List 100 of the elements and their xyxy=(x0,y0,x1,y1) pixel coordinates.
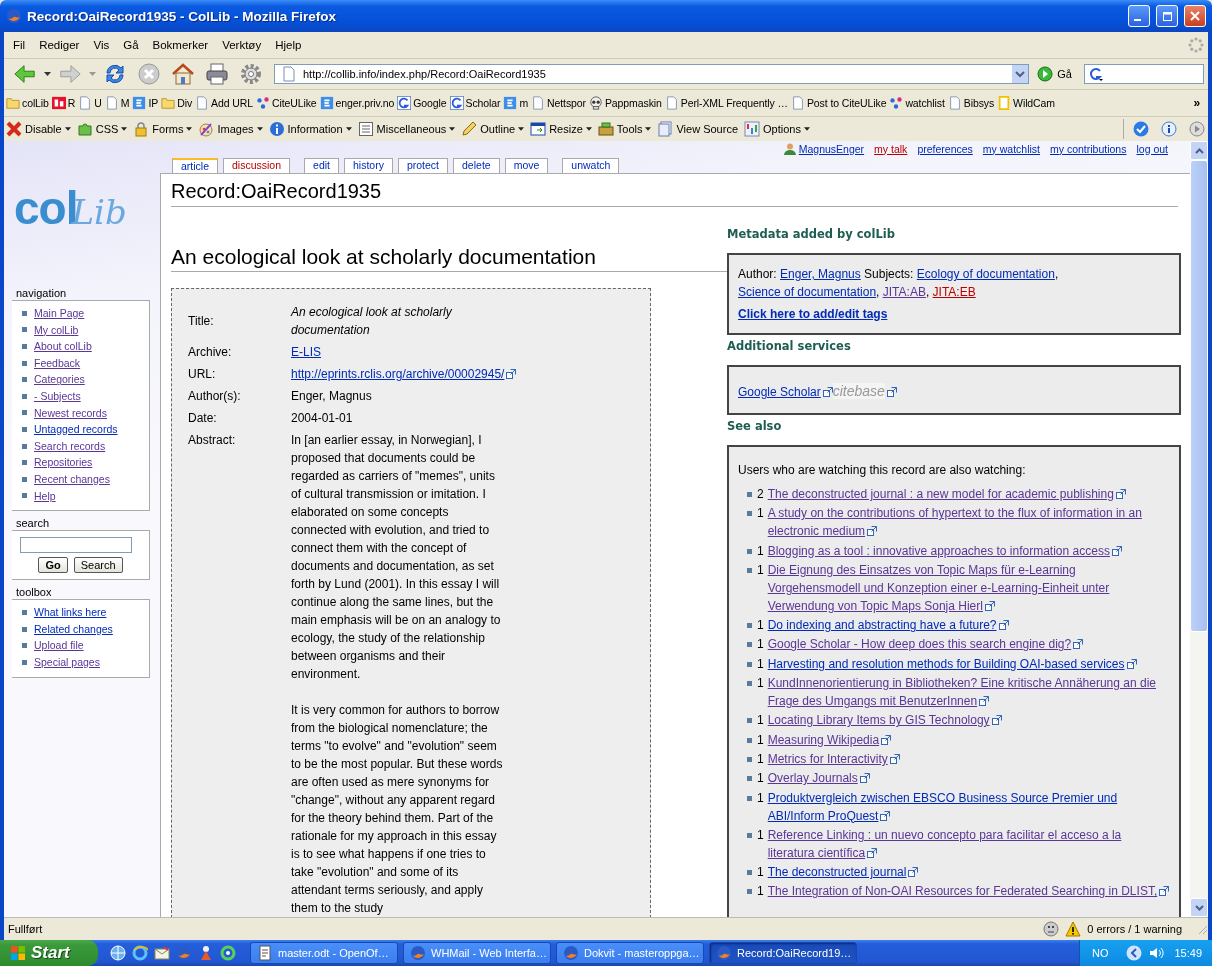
search-field[interactable] xyxy=(1084,64,1204,84)
user-link[interactable]: my talk xyxy=(874,142,908,155)
bookmark-label[interactable]: m xyxy=(519,97,529,109)
toolbar-menu[interactable]: Options xyxy=(763,123,801,135)
bookmark-label[interactable]: U xyxy=(94,97,102,109)
bookmark[interactable]: M xyxy=(104,96,130,110)
caret-icon[interactable] xyxy=(345,127,352,131)
page-tab[interactable]: protect xyxy=(397,158,449,173)
subject-link[interactable]: JITA:AB xyxy=(882,285,926,299)
record-link[interactable]: The Integration of Non-OAI Resources for Federated Searching in DLIST, xyxy=(767,882,1171,901)
bookmark[interactable]: WildCam xyxy=(997,96,1055,110)
bookmark-label[interactable]: Scholar xyxy=(465,97,501,109)
caret-icon[interactable] xyxy=(64,127,71,131)
edit-tags-link[interactable]: Click here to add/edit tags xyxy=(738,307,888,321)
page-tab[interactable]: move xyxy=(504,158,549,173)
page-tab[interactable]: discussion xyxy=(223,158,291,173)
toolbar-menu[interactable]: View Source xyxy=(676,123,739,135)
record-link[interactable]: Metrics for Interactivity xyxy=(767,749,1171,768)
play-icon[interactable] xyxy=(1189,121,1205,137)
record-link[interactable]: KundInnenorientierung in Bibliotheken? Eine kritische Annäherung an die Frage des Umgangs mit BenutzerInnen xyxy=(767,674,1171,711)
info-icon[interactable] xyxy=(1161,121,1177,137)
caret-icon[interactable] xyxy=(803,127,810,131)
menu-item[interactable]: Rediger xyxy=(32,39,87,51)
bookmark[interactable]: colLib xyxy=(6,96,49,110)
record-link[interactable]: Overlay Journals xyxy=(767,769,1171,788)
nav-link[interactable]: Repositories xyxy=(34,454,93,471)
bookmark-label[interactable]: Add URL xyxy=(211,97,253,109)
nav-link[interactable]: Categories xyxy=(34,371,85,388)
browser-icon[interactable] xyxy=(132,945,148,961)
search-input[interactable] xyxy=(20,537,132,554)
bookmark-label[interactable]: M xyxy=(120,97,130,109)
reload-icon[interactable] xyxy=(103,62,127,86)
chevron-icon[interactable] xyxy=(1126,945,1143,961)
nav-link[interactable]: Main Page xyxy=(34,305,85,322)
bookmark[interactable]: Google xyxy=(397,96,447,110)
go-button[interactable]: Go xyxy=(38,557,68,574)
toolbox-link[interactable]: Related changes xyxy=(34,620,113,638)
globe-icon[interactable] xyxy=(110,945,126,961)
back-arrow-icon[interactable] xyxy=(13,62,37,86)
bookmark-label[interactable]: Div xyxy=(177,97,193,109)
user-link[interactable]: my watchlist xyxy=(982,142,1040,155)
nav-link[interactable]: Recent changes xyxy=(34,470,110,488)
nav-link[interactable]: About colLib xyxy=(34,338,92,355)
printer-icon[interactable] xyxy=(205,62,229,86)
error-report[interactable]: 0 errors / 1 warning xyxy=(1087,923,1182,935)
nav-link[interactable]: Search records xyxy=(34,437,106,455)
toolbar-menu[interactable]: Miscellaneous xyxy=(376,123,447,135)
go-button[interactable]: Gå xyxy=(1057,68,1072,80)
page-tab[interactable]: delete xyxy=(453,158,500,173)
caret-icon[interactable] xyxy=(256,127,263,131)
gear-icon[interactable] xyxy=(239,62,263,86)
bookmark-label[interactable]: Pappmaskin xyxy=(604,97,662,109)
bookmark[interactable]: Nettspor xyxy=(531,96,586,110)
start-button[interactable]: Start xyxy=(0,940,98,966)
author-link[interactable]: Enger, Magnus xyxy=(780,267,861,281)
bookmark[interactable]: R xyxy=(51,96,76,110)
caret-icon[interactable] xyxy=(449,127,456,131)
page-tab[interactable]: unwatch xyxy=(562,158,620,173)
toolbar-menu[interactable]: Forms xyxy=(152,123,184,135)
bookmark[interactable]: enger.priv.no xyxy=(319,96,395,110)
nav-link[interactable]: Help xyxy=(34,487,56,505)
bookmark-label[interactable]: CiteULike xyxy=(272,97,317,109)
checkmark-icon[interactable] xyxy=(1133,121,1149,137)
record-link[interactable]: A study on the contributions of hypertext to the flux of information in an electronic medium xyxy=(767,504,1171,541)
nav-link[interactable]: My colLib xyxy=(34,321,79,339)
menu-item[interactable]: Vis xyxy=(86,39,117,51)
bookmark-label[interactable]: IP xyxy=(148,97,159,109)
bookmark-label[interactable]: Perl-XML Frequently … xyxy=(680,97,788,109)
caret-icon[interactable] xyxy=(121,127,128,131)
bookmark-label[interactable]: Google xyxy=(413,97,447,109)
resize-grip-icon[interactable] xyxy=(1196,923,1208,935)
user-link[interactable]: log out xyxy=(1136,142,1168,155)
home-icon[interactable] xyxy=(171,62,195,86)
subject-link[interactable]: JITA:EB xyxy=(932,285,976,299)
bookmark-label[interactable]: Post to CiteULike xyxy=(806,97,887,109)
menu-item[interactable]: Fil xyxy=(6,39,33,51)
bookmark-label[interactable]: enger.priv.no xyxy=(335,97,395,109)
user-link[interactable]: my contributions xyxy=(1050,142,1127,155)
record-link[interactable]: Die Eignung des Einsatzes von Topic Maps für e-Learning Vorgehensmodell und Konzeption einer e-Learning-Einheit unter Verwendung von Topic Maps Sonja Hierl xyxy=(767,560,1171,615)
page-tab[interactable]: history xyxy=(344,158,393,173)
toolbar-menu[interactable]: Images xyxy=(217,123,254,135)
url-link[interactable]: http://eprints.rclis.org/archive/00002945/ xyxy=(291,367,505,381)
caret-icon[interactable] xyxy=(44,72,51,76)
record-link[interactable]: Do indexing and abstracting have a future? xyxy=(767,616,1171,635)
record-link[interactable]: The deconstructed journal : a new model for academic publishing xyxy=(767,485,1171,503)
toolbar-menu[interactable]: Tools xyxy=(616,123,643,135)
caret-icon[interactable] xyxy=(645,127,652,131)
bookmark[interactable]: IP xyxy=(132,96,159,110)
bookmark-label[interactable]: Nettspor xyxy=(547,97,586,109)
menu-item[interactable]: Verktøy xyxy=(215,39,269,51)
menu-item[interactable]: Hjelp xyxy=(268,39,309,51)
bookmark[interactable]: Div xyxy=(161,96,193,110)
scroll-up-icon[interactable] xyxy=(1194,147,1204,154)
bookmark[interactable]: m xyxy=(503,96,529,110)
toolbar-menu[interactable]: Information xyxy=(287,123,343,135)
address-field[interactable]: http://collib.info/index.php/Record:OaiRecord1935 xyxy=(274,64,1030,84)
search-button[interactable]: Search xyxy=(73,557,123,574)
maximize-button[interactable] xyxy=(1156,5,1178,27)
toolbar-menu[interactable]: CSS xyxy=(95,123,119,135)
bookmark-label[interactable]: colLib xyxy=(22,97,49,109)
